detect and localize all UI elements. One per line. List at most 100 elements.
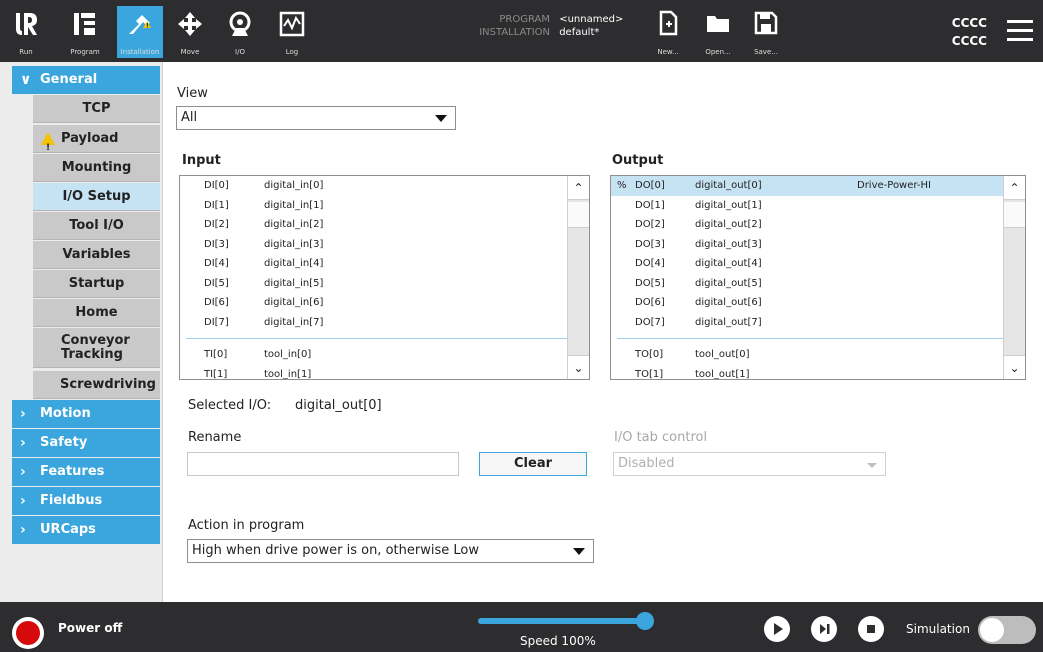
sidebar-item-io-setup[interactable]: I/O Setup [33,183,160,211]
play-button[interactable] [764,616,790,642]
io-flag: % [617,180,627,191]
chevron-right-icon: › [20,435,26,451]
scroll-up-icon[interactable]: ⌃ [568,176,589,200]
sidebar-section-safety[interactable]: › Safety [12,429,160,457]
sidebar-item-label: Conveyor Tracking [61,333,130,362]
sidebar-item-startup[interactable]: Startup [33,270,160,298]
table-row[interactable]: DO[6] digital_out[6] [611,293,1025,313]
scroll-thumb[interactable] [1004,202,1025,228]
table-row[interactable]: DO[4] digital_out[4] [611,254,1025,274]
table-row[interactable]: TO[1] tool_out[1] [611,365,1025,380]
power-icon[interactable] [12,617,44,649]
open-button[interactable]: Open... [698,6,738,58]
table-row[interactable]: DI[7] digital_in[7] [180,313,589,333]
step-icon [820,624,830,634]
io-tab-control-select[interactable]: Disabled [613,452,886,476]
sidebar-item-tcp[interactable]: TCP [33,95,160,123]
sidebar-item-label: Screwdriving [60,377,156,392]
io-name: digital_in[0] [264,180,324,191]
new-file-icon [659,10,678,36]
sidebar-item-screwdriving[interactable]: Screwdriving [33,371,160,399]
stop-button[interactable] [858,616,884,642]
table-row[interactable]: TI[1] tool_in[1] [180,365,589,380]
io-name: digital_out[1] [695,199,762,211]
sidebar-section-features[interactable]: › Features [12,458,160,486]
view-select[interactable]: All [176,106,456,130]
open-button-label: Open... [705,48,731,56]
io-name: digital_in[1] [264,199,324,211]
table-row[interactable]: % DO[0] digital_out[0] Drive-Power-HI [611,176,1025,196]
sidebar-item-mounting[interactable]: Mounting [33,154,160,182]
io-name: digital_in[3] [264,238,324,250]
io-id: DI[4] [204,258,229,269]
io-tab-control-label: I/O tab control [614,430,708,445]
hamburger-menu-icon[interactable] [1007,20,1033,47]
speed-slider-track[interactable] [478,618,648,624]
sidebar-item-home[interactable]: Home [33,299,160,327]
bottom-bar: Power off Speed 100% Simulation [0,602,1043,652]
stop-icon [867,625,875,633]
sidebar-section-motion[interactable]: › Motion [12,400,160,428]
save-button[interactable]: Save... [746,6,786,58]
top-bar: Run Program ! Installation Move I/O Log … [0,0,1043,62]
sidebar-item-conveyor-tracking[interactable]: Conveyor Tracking [33,328,160,368]
step-button[interactable] [811,616,837,642]
scroll-down-icon[interactable]: ⌄ [1004,355,1025,379]
move-tab[interactable]: Move [170,6,210,58]
sidebar-section-fieldbus[interactable]: › Fieldbus [12,487,160,515]
table-row[interactable]: DO[1] digital_out[1] [611,196,1025,216]
action-select[interactable]: High when drive power is on, otherwise L… [187,539,594,563]
sidebar-item-payload[interactable]: Payload [33,125,160,162]
input-scrollbar[interactable]: ⌃ ⌄ [567,176,589,379]
io-name: tool_in[1] [264,368,312,380]
simulation-toggle[interactable] [978,616,1036,644]
save-button-label: Save... [754,48,778,56]
table-row[interactable]: DI[3] digital_in[3] [180,235,589,255]
output-scrollbar[interactable]: ⌃ ⌄ [1003,176,1025,379]
scroll-thumb[interactable] [568,202,589,228]
io-name: digital_in[4] [264,258,324,269]
action-select-value: High when drive power is on, otherwise L… [192,543,479,558]
table-row[interactable]: DI[1] digital_in[1] [180,196,589,216]
power-label[interactable]: Power off [58,621,122,635]
clear-button[interactable]: Clear [479,452,587,476]
io-tab-control-value: Disabled [618,456,675,471]
new-button[interactable]: New... [648,6,688,58]
io-name: digital_in[7] [264,316,324,328]
sidebar-item-label: Payload [61,131,119,146]
sidebar-item-tool-io[interactable]: Tool I/O [33,212,160,240]
input-list[interactable]: DI[0] digital_in[0] DI[1] digital_in[1] DI[2… [179,175,590,380]
rename-input[interactable] [187,452,459,476]
installation-tab[interactable]: ! Installation [117,6,163,58]
move-icon [178,12,202,36]
list-divider [186,338,583,339]
table-row[interactable]: DO[5] digital_out[5] [611,274,1025,294]
io-tab[interactable]: I/O [220,6,260,58]
sidebar-item-variables[interactable]: Variables [33,241,160,269]
run-tab[interactable]: Run [6,6,46,58]
log-tab[interactable]: Log [272,6,312,58]
table-row[interactable]: DI[6] digital_in[6] [180,293,589,313]
table-row[interactable]: DI[2] digital_in[2] [180,215,589,235]
chevron-right-icon: › [20,522,26,538]
io-name: tool_out[0] [695,349,750,360]
output-list[interactable]: % DO[0] digital_out[0] Drive-Power-HI DO[1] d… [610,175,1026,380]
input-title: Input [182,153,221,168]
scroll-up-icon[interactable]: ⌃ [1004,176,1025,200]
output-rows: % DO[0] digital_out[0] Drive-Power-HI DO[1] d… [611,176,1025,380]
program-tab[interactable]: Program [65,6,105,58]
chevron-right-icon: › [20,464,26,480]
table-row[interactable]: DI[5] digital_in[5] [180,274,589,294]
table-row[interactable]: TI[0] tool_in[0] [180,345,589,365]
table-row[interactable]: DO[3] digital_out[3] [611,235,1025,255]
table-row[interactable]: TO[0] tool_out[0] [611,345,1025,365]
speed-slider-handle[interactable] [636,612,654,630]
scroll-down-icon[interactable]: ⌄ [568,355,589,379]
table-row[interactable]: DO[7] digital_out[7] [611,313,1025,333]
table-row[interactable]: DO[2] digital_out[2] [611,215,1025,235]
sidebar-section-general[interactable]: ∨ General [12,66,160,94]
io-id: DO[4] [635,258,665,269]
sidebar-section-urcaps[interactable]: › URCaps [12,516,160,544]
table-row[interactable]: DI[4] digital_in[4] [180,254,589,274]
table-row[interactable]: DI[0] digital_in[0] [180,176,589,196]
